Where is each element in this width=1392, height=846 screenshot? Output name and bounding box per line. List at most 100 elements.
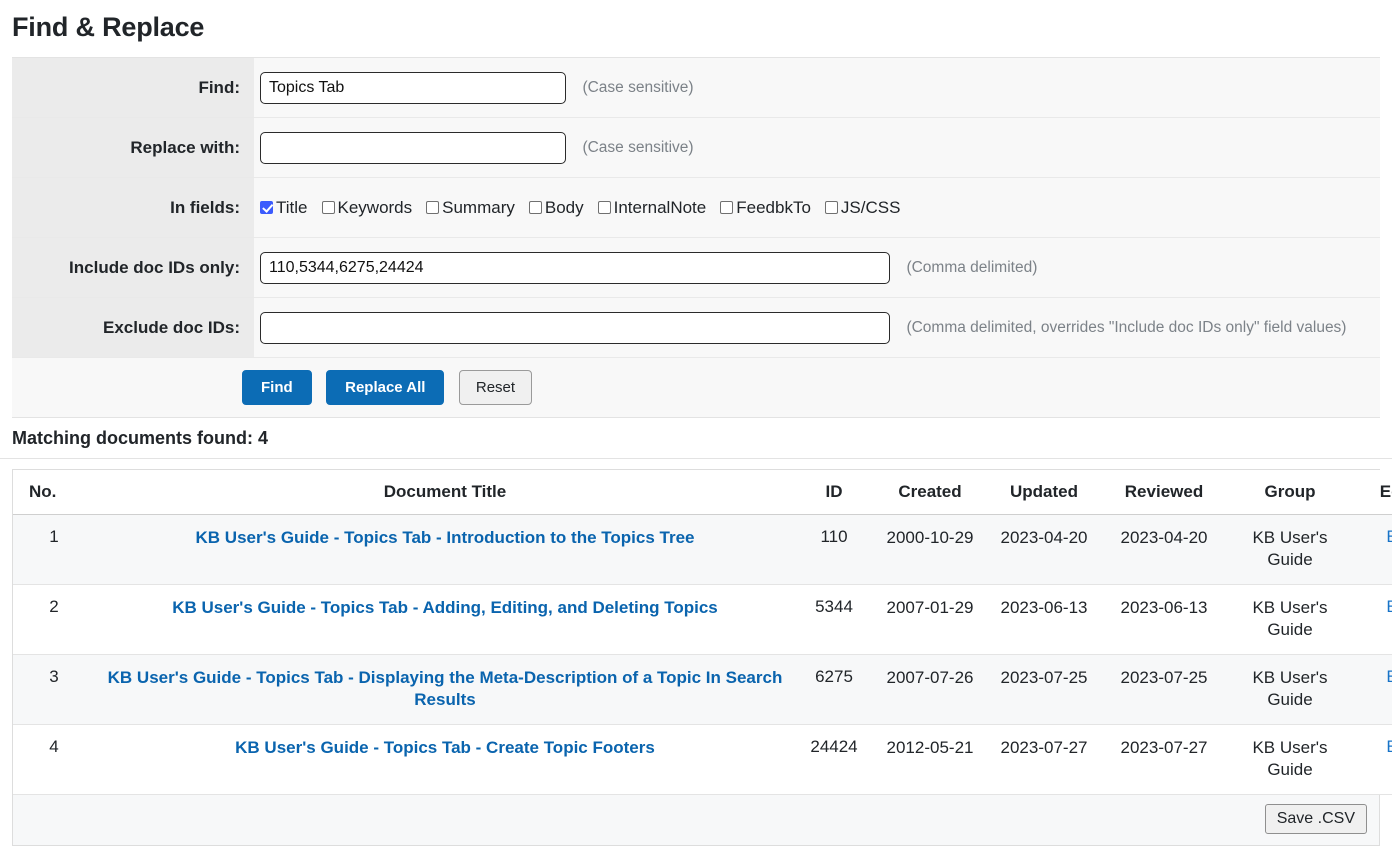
table-row: 3 KB User's Guide - Topics Tab - Displayi… [13,654,1392,725]
reviewed-date: 2023-07-25 [1101,654,1227,725]
document-title-link[interactable]: KB User's Guide - Topics Tab - Displayin… [108,668,783,709]
exclude-ids-hint: (Comma delimited, overrides "Include doc… [906,318,1347,336]
find-label: Find: [12,57,254,118]
reset-button[interactable]: Reset [458,370,533,405]
in-fields-option-label: Summary [442,197,515,217]
form-row-actions: Find Replace All Reset [12,357,1380,418]
updated-date: 2023-04-20 [987,514,1101,585]
in-fields-checkbox-group: Title Keywords Summary Body InternalNote Feed… [260,198,900,218]
results-table-wrapper: No. Document Title ID Created Updated Re… [12,469,1392,795]
checkbox-checked-icon[interactable] [260,200,273,214]
exclude-ids-label: Exclude doc IDs: [12,297,254,358]
reviewed-date: 2023-07-27 [1101,724,1227,795]
in-fields-option-feedbkto[interactable]: FeedbkTo [720,198,811,218]
group-name: KB User's Guide [1227,514,1353,585]
column-header-reviewed[interactable]: Reviewed [1101,470,1227,515]
include-ids-hint: (Comma delimited) [906,258,1038,276]
replace-all-button[interactable]: Replace All [326,370,445,405]
in-fields-option-label: InternalNote [613,197,707,217]
document-title-link[interactable]: KB User's Guide - Topics Tab - Introduct… [196,528,695,547]
results-header-row: No. Document Title ID Created Updated Re… [13,470,1392,515]
updated-date: 2023-07-25 [987,654,1101,725]
in-fields-option-internalnote[interactable]: InternalNote [597,197,707,218]
document-id: 110 [795,514,873,585]
created-date: 2007-07-26 [873,654,987,725]
form-row-replace: Replace with: (Case sensitive) [12,117,1380,178]
results-table: No. Document Title ID Created Updated Re… [13,470,1392,795]
replace-input[interactable] [260,131,566,164]
document-id: 6275 [795,654,873,725]
save-csv-button[interactable]: Save .CSV [1264,803,1367,834]
in-fields-option-summary[interactable]: Summary [426,198,515,218]
edit-link[interactable]: Edit [1386,667,1392,686]
created-date: 2007-01-29 [873,584,987,655]
checkbox-unchecked-icon[interactable] [720,200,734,214]
page-title: Find & Replace [12,12,205,42]
find-replace-page: Find & Replace Find: (Case sensitive) Re… [0,0,1392,846]
edit-link-cell: Edit [1353,584,1392,655]
checkbox-unchecked-icon[interactable] [426,200,440,214]
column-header-no[interactable]: No. [13,470,95,515]
include-ids-input[interactable] [260,251,890,284]
in-fields-option-keywords[interactable]: Keywords [321,197,413,218]
created-date: 2012-05-21 [873,724,987,795]
updated-date: 2023-07-27 [987,724,1101,795]
checkbox-unchecked-icon[interactable] [597,200,611,214]
document-title-link[interactable]: KB User's Guide - Topics Tab - Create To… [235,738,655,757]
find-hint: (Case sensitive) [582,78,694,96]
checkbox-unchecked-icon[interactable] [321,200,335,214]
in-fields-option-label: Title [276,197,308,217]
row-number: 2 [13,584,95,655]
in-fields-value-cell: Title Keywords Summary Body InternalNote Feed… [254,177,1380,238]
document-title-link[interactable]: KB User's Guide - Topics Tab - Adding, E… [172,598,718,617]
in-fields-option-js-css[interactable]: JS/CSS [824,197,901,218]
form-row-in-fields: In fields: Title Keywords Summary Body Inter… [12,177,1380,238]
results-footer: Save .CSV [12,794,1380,846]
replace-value-cell: (Case sensitive) [254,117,1380,178]
in-fields-option-body[interactable]: Body [528,197,584,218]
find-replace-form: Find: (Case sensitive) Replace with: (Ca… [12,57,1380,418]
reviewed-date: 2023-04-20 [1101,514,1227,585]
include-ids-label: Include doc IDs only: [12,237,254,298]
form-row-exclude-ids: Exclude doc IDs: (Comma delimited, overr… [12,297,1380,358]
column-header-id[interactable]: ID [795,470,873,515]
document-title: KB User's Guide - Topics Tab - Displayin… [95,654,795,725]
document-title: KB User's Guide - Topics Tab - Introduct… [95,514,795,585]
find-input[interactable] [260,71,566,104]
find-value-cell: (Case sensitive) [254,57,1380,118]
edit-link[interactable]: Edit [1386,527,1392,546]
column-header-group[interactable]: Group [1227,470,1353,515]
in-fields-option-title[interactable]: Title [260,198,308,218]
checkbox-unchecked-icon[interactable] [528,200,542,214]
in-fields-option-label: Keywords [337,197,413,217]
column-header-created[interactable]: Created [873,470,987,515]
column-header-title[interactable]: Document Title [95,470,795,515]
edit-link[interactable]: Edit [1386,737,1392,756]
edit-link[interactable]: Edit [1386,597,1392,616]
updated-date: 2023-06-13 [987,584,1101,655]
table-row: 2 KB User's Guide - Topics Tab - Adding, … [13,584,1392,655]
find-button[interactable]: Find [242,370,312,405]
row-number: 1 [13,514,95,585]
results-count: Matching documents found: 4 [0,418,1392,459]
checkbox-unchecked-icon[interactable] [824,200,838,214]
exclude-ids-input[interactable] [260,311,890,344]
table-row: 1 KB User's Guide - Topics Tab - Introduc… [13,514,1392,585]
form-actions-cell: Find Replace All Reset [12,357,1380,418]
exclude-ids-value-cell: (Comma delimited, overrides "Include doc… [254,297,1380,358]
group-name: KB User's Guide [1227,654,1353,725]
document-title: KB User's Guide - Topics Tab - Create To… [95,724,795,795]
form-row-find: Find: (Case sensitive) [12,57,1380,118]
in-fields-label: In fields: [12,177,254,238]
column-header-edit[interactable]: Edit? [1353,470,1392,515]
replace-hint: (Case sensitive) [582,138,694,156]
row-number: 4 [13,724,95,795]
document-id: 24424 [795,724,873,795]
column-header-updated[interactable]: Updated [987,470,1101,515]
group-name: KB User's Guide [1227,724,1353,795]
in-fields-option-label: Body [544,197,584,217]
in-fields-option-label: JS/CSS [840,197,901,217]
form-row-include-ids: Include doc IDs only: (Comma delimited) [12,237,1380,298]
include-ids-value-cell: (Comma delimited) [254,237,1380,298]
reviewed-date: 2023-06-13 [1101,584,1227,655]
